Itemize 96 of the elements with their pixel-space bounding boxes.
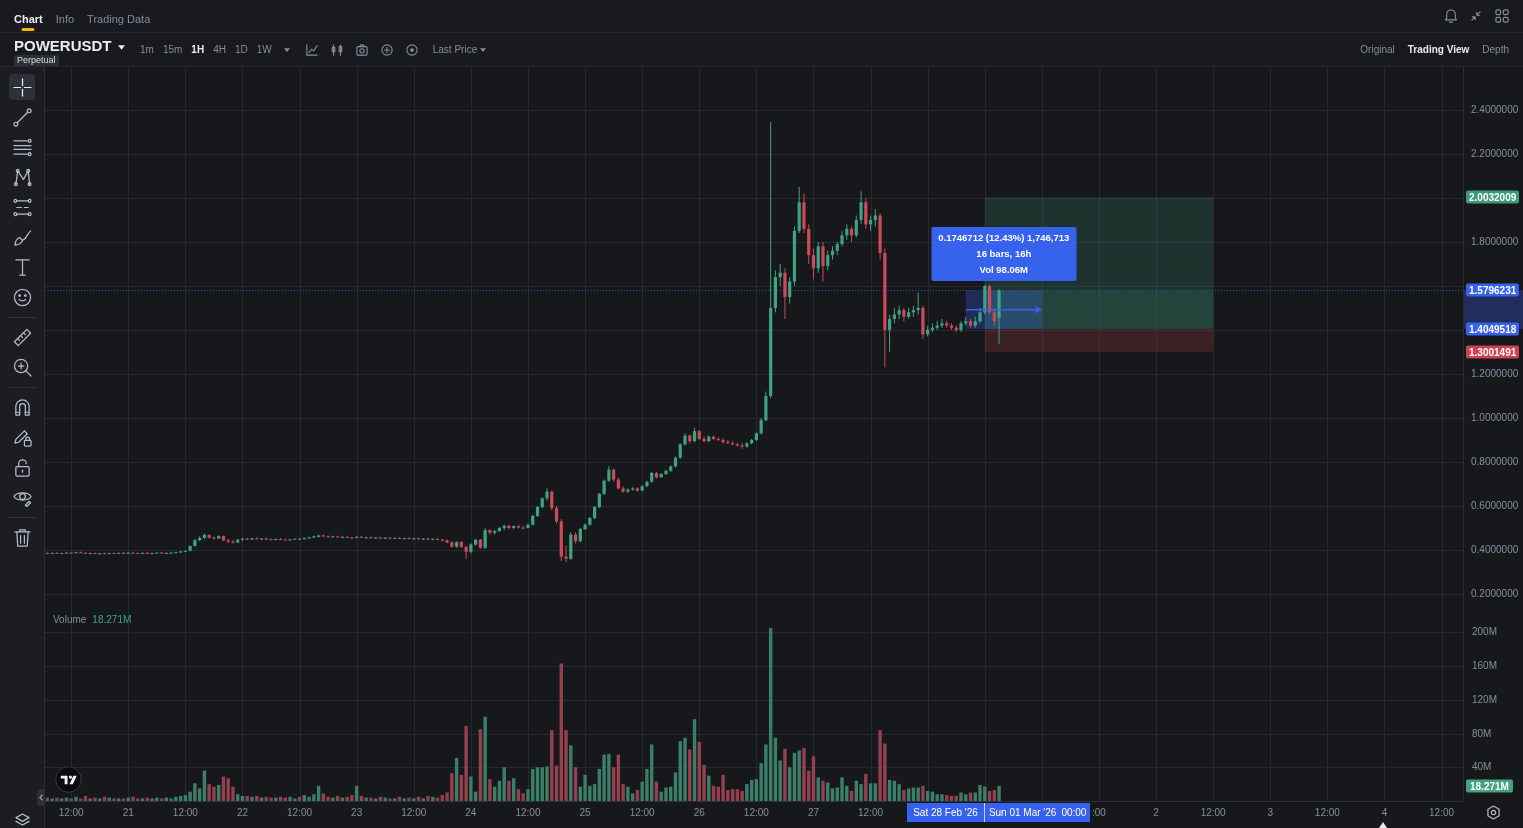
tab[interactable]: Chart xyxy=(14,0,43,32)
interval-tab[interactable]: 1W xyxy=(256,44,272,55)
time-tick-label: 12:00 xyxy=(401,808,427,818)
pencil-lock-icon xyxy=(12,427,32,447)
parallel-lines-icon xyxy=(12,197,32,217)
tab[interactable]: Info xyxy=(55,0,75,32)
time-tick-label: 27 xyxy=(807,808,820,818)
time-tick-label: 12:00 xyxy=(629,808,655,818)
text-icon xyxy=(12,257,32,277)
bell-icon[interactable] xyxy=(1445,9,1457,23)
interval-tab[interactable]: 1H xyxy=(191,44,205,55)
time-tick-label: 12:00 xyxy=(743,808,769,818)
price-tick-label: 2.2000000 xyxy=(1471,148,1519,159)
time-tick-label: 12:00 xyxy=(515,808,541,818)
indicator-value: 18.271M xyxy=(92,615,132,625)
interval-tab[interactable]: 15m xyxy=(162,44,183,55)
indicator-title: Volume xyxy=(53,615,87,625)
volume-tick-label: 40M xyxy=(1472,762,1492,773)
candlestick-icon[interactable] xyxy=(330,43,343,56)
triangle-icon[interactable] xyxy=(1379,822,1387,828)
time-tick-label: 12:00 xyxy=(58,808,84,818)
crosshair-icon xyxy=(12,77,32,97)
view-tab[interactable]: Trading View xyxy=(1407,44,1470,55)
layers-icon[interactable] xyxy=(14,813,30,826)
price-label: 1.4049518 xyxy=(1466,322,1520,336)
time-tick-label: 12:00 xyxy=(172,808,198,818)
price-tick-label: 1.0000000 xyxy=(1471,412,1519,423)
time-tick-label: 22 xyxy=(236,808,249,818)
price-tick-label: 1.8000000 xyxy=(1471,236,1519,247)
target-icon[interactable] xyxy=(405,43,418,56)
tooltip-text: 16 bars, 16h xyxy=(976,247,1032,262)
time-tick-label: 12:00 xyxy=(1314,808,1340,818)
date-label: Sat 28 Feb '26 xyxy=(907,803,984,822)
time-tick-label: 25 xyxy=(579,808,591,818)
time-tick-label: :00 xyxy=(1092,808,1106,818)
ruler-icon xyxy=(12,327,32,347)
time-tick-label: 12:00 xyxy=(1200,808,1226,818)
date-label-text: 00:00 xyxy=(1061,806,1087,820)
horizontal-lines-icon xyxy=(12,137,32,157)
interval-tab[interactable]: 1D xyxy=(234,44,248,55)
camera-icon[interactable] xyxy=(355,43,368,56)
view-tab[interactable]: Original xyxy=(1360,44,1395,55)
brush-icon xyxy=(12,227,32,247)
logo-icon[interactable] xyxy=(55,766,82,793)
price-tick-label: 1.2000000 xyxy=(1471,368,1519,379)
crosshair-tool-button[interactable] xyxy=(9,74,35,100)
trend-line-icon xyxy=(12,107,32,127)
plus-circle-icon[interactable] xyxy=(380,43,393,56)
price-label: 2.0032009 xyxy=(1466,190,1520,204)
caret-down-icon xyxy=(117,44,125,50)
contract-type-badge: Perpetual xyxy=(14,55,59,66)
time-tick-label: 24 xyxy=(465,808,477,818)
time-tick-label: 3 xyxy=(1267,808,1274,818)
shrink-icon[interactable] xyxy=(1471,11,1481,21)
price-label: 1.5796231 xyxy=(1466,283,1520,297)
time-tick-label: 4 xyxy=(1381,808,1388,818)
trash-icon xyxy=(12,527,32,547)
tooltip-text: 0.1746712 (12.43%) 1,746,713 xyxy=(938,231,1070,246)
caret-down-icon xyxy=(480,47,487,52)
emoji-icon xyxy=(12,287,32,307)
volume-tick-label: 80M xyxy=(1472,728,1492,739)
chevron-left-icon xyxy=(39,794,43,801)
zoom-in-icon xyxy=(12,357,32,377)
date-label-text: Sun 01 Mar '26 xyxy=(988,806,1057,820)
price-tick-label: 0.6000000 xyxy=(1471,501,1519,511)
price-tick-label: 2.4000000 xyxy=(1471,104,1519,115)
caret-down-icon[interactable] xyxy=(283,47,290,52)
symbol-selector[interactable]: POWERUSDT xyxy=(14,36,126,55)
magnet-icon xyxy=(12,397,32,417)
volume-tick-label: 160M xyxy=(1472,661,1497,672)
interval-tab[interactable]: 4H xyxy=(213,44,226,55)
time-tick-label: 12:00 xyxy=(1429,808,1455,818)
line-chart-icon[interactable] xyxy=(305,43,318,56)
volume-tick-label: 200M xyxy=(1472,627,1497,638)
price-tick-label: 0.4000000 xyxy=(1471,545,1519,555)
time-tick-label: 21 xyxy=(122,808,134,818)
volume-tick-label: 120M xyxy=(1472,694,1497,705)
pattern-icon xyxy=(12,167,32,187)
volume-label: 18.271M xyxy=(1466,779,1513,793)
time-tick-label: 23 xyxy=(351,808,363,818)
price-tick-label: 0.8000000 xyxy=(1471,457,1519,467)
collapse-button[interactable] xyxy=(37,789,45,806)
price-source-dropdown[interactable]: Last Price xyxy=(432,33,487,66)
tooltip-text: Vol 98.06M xyxy=(979,263,1028,278)
price-label: 1.3001491 xyxy=(1466,345,1520,359)
price-tick-label: 0.2000000 xyxy=(1471,589,1519,599)
grid-icon[interactable] xyxy=(1495,9,1509,23)
interval-tab[interactable]: 1m xyxy=(140,44,154,55)
time-tick-label: 26 xyxy=(693,808,705,818)
view-tab[interactable]: Depth xyxy=(1482,44,1509,55)
lock-icon xyxy=(12,457,32,477)
time-tick-label: 12:00 xyxy=(287,808,313,818)
tab[interactable]: Trading Data xyxy=(87,0,151,32)
time-tick-label: 12:00 xyxy=(858,808,884,818)
settings-icon[interactable] xyxy=(1487,805,1500,820)
time-tick-label: 2 xyxy=(1153,808,1159,818)
